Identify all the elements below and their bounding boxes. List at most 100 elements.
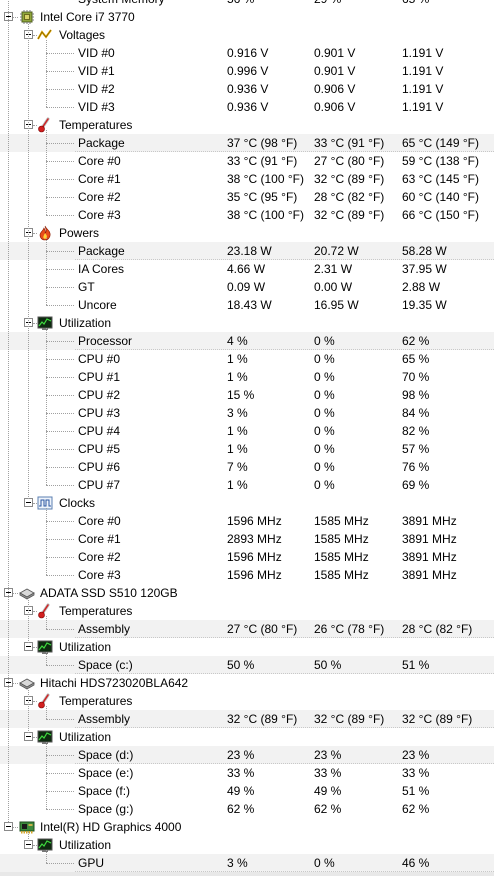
sensor-row[interactable]: Space (f:) 49 % 49 % 51 % [0,782,494,800]
sensor-row[interactable]: VID #1 0.996 V 0.901 V 1.191 V [0,62,494,80]
max-value: 1.191 V [402,46,444,60]
min-value: 0 % [314,424,335,438]
sensor-row[interactable]: Space (g:) 62 % 62 % 62 % [0,800,494,818]
sensor-category-node[interactable]: Utilization [0,836,494,854]
min-value: 0 % [314,442,335,456]
sensor-row[interactable]: IA Cores 4.66 W 2.31 W 37.95 W [0,260,494,278]
current-value: 7 % [227,460,248,474]
sensor-row[interactable]: CPU #3 3 % 0 % 84 % [0,404,494,422]
current-value: 0.936 V [227,82,269,96]
sensor-row[interactable]: CPU #5 1 % 0 % 57 % [0,440,494,458]
sensor-row[interactable]: Core #1 2893 MHz 1585 MHz 3891 MHz [0,530,494,548]
sensor-row[interactable]: VID #3 0.936 V 0.906 V 1.191 V [0,98,494,116]
sensor-row[interactable]: CPU #2 15 % 0 % 98 % [0,386,494,404]
node-label: Space (d:) [78,748,134,762]
sensor-row[interactable]: Assembly 32 °C (89 °F) 32 °C (89 °F) 32 °C … [0,710,494,728]
sensor-category-node[interactable]: Voltages [0,26,494,44]
current-value: 4 % [227,334,248,348]
max-value: 1.191 V [402,82,444,96]
sensor-row[interactable]: Package 23.18 W 20.72 W 58.28 W [0,242,494,260]
sensor-row[interactable]: System Memory 56 % 29 % 65 % [0,0,494,8]
device-node[interactable]: Intel Core i7 3770 [0,8,494,26]
device-node[interactable]: ADATA SSD S510 120GB [0,584,494,602]
sensor-row[interactable]: VID #0 0.916 V 0.901 V 1.191 V [0,44,494,62]
sensor-row[interactable]: Core #2 1596 MHz 1585 MHz 3891 MHz [0,548,494,566]
tree-connector-line [33,647,37,648]
sensor-category-node[interactable]: Temperatures [0,602,494,620]
min-value: 0.901 V [314,64,356,78]
node-label: Core #1 [78,172,121,186]
collapse-toggle[interactable] [24,498,33,507]
device-node[interactable]: Hitachi HDS723020BLA642 [0,674,494,692]
sensor-category-node[interactable]: Utilization [0,314,494,332]
tree-connector-line [46,449,74,450]
sensor-row[interactable]: GPU 3 % 0 % 46 % [0,854,494,872]
sensor-category-node[interactable]: Utilization [0,638,494,656]
sensor-row[interactable]: Core #2 35 °C (95 °F) 28 °C (82 °F) 60 °C (… [0,188,494,206]
collapse-toggle[interactable] [24,732,33,741]
min-value: 33 % [314,766,342,780]
tree-connector-line [46,773,74,774]
current-value: 0.09 W [227,280,266,294]
sensor-row[interactable]: Core #1 38 °C (100 °F) 32 °C (89 °F) 63 °C … [0,170,494,188]
node-label: GT [78,280,95,294]
tree-connector-line [28,688,29,733]
device-node[interactable]: Intel(R) HD Graphics 4000 [0,818,494,836]
sensor-row[interactable]: VID #2 0.936 V 0.906 V 1.191 V [0,80,494,98]
current-value: 1 % [227,442,248,456]
tree-connector-line [46,575,74,576]
category-name: Temperatures [59,694,133,708]
sensor-category-node[interactable]: Clocks [0,494,494,512]
sensor-row[interactable]: Uncore 18.43 W 16.95 W 19.35 W [0,296,494,314]
sensor-row[interactable]: Core #0 33 °C (91 °F) 27 °C (80 °F) 59 °C (… [0,152,494,170]
sensor-category-node[interactable]: Temperatures [0,692,494,710]
tree-connector-line [46,89,74,90]
sensor-row[interactable]: Space (d:) 23 % 23 % 23 % [0,746,494,764]
sensor-row[interactable]: Assembly 27 °C (80 °F) 26 °C (78 °F) 28 °C … [0,620,494,638]
sensor-row[interactable]: CPU #1 1 % 0 % 70 % [0,368,494,386]
sensor-row[interactable]: CPU #6 7 % 0 % 76 % [0,458,494,476]
min-value: 23 % [314,748,342,762]
tree-connector-line [46,328,47,485]
sensor-row[interactable]: CPU #4 1 % 0 % 82 % [0,422,494,440]
category-name: Clocks [59,496,96,510]
sensor-row[interactable]: Space (c:) 50 % 50 % 51 % [0,656,494,674]
tree-connector-line [46,863,74,864]
node-label: Assembly [78,622,131,636]
current-value: 49 % [227,784,255,798]
sensor-row[interactable]: Core #0 1596 MHz 1585 MHz 3891 MHz [0,512,494,530]
sensor-row[interactable]: Core #3 1596 MHz 1585 MHz 3891 MHz [0,566,494,584]
max-value: 59 °C (138 °F) [402,154,479,168]
sensor-category-node[interactable]: Utilization [0,728,494,746]
tree-connector-line [33,503,37,504]
collapse-toggle[interactable] [24,840,33,849]
node-label: Core #3 [78,568,121,582]
min-value: 0 % [314,334,335,348]
node-label: Core #0 [78,514,121,528]
max-value: 70 % [402,370,430,384]
sensor-category-node[interactable]: Temperatures [0,116,494,134]
max-value: 37.95 W [402,262,447,276]
max-value: 3891 MHz [402,514,457,528]
min-value: 0 % [314,856,335,870]
min-value: 1585 MHz [314,568,369,582]
collapse-toggle[interactable] [24,642,33,651]
sensor-row[interactable]: Processor 4 % 0 % 62 % [0,332,494,350]
current-value: 2893 MHz [227,532,282,546]
node-label: Uncore [78,298,117,312]
sensor-row[interactable]: CPU #0 1 % 0 % 65 % [0,350,494,368]
sensor-row[interactable]: Core #3 38 °C (100 °F) 32 °C (89 °F) 66 °C … [0,206,494,224]
sensor-category-node[interactable]: Powers [0,224,494,242]
sensor-row[interactable]: Space (e:) 33 % 33 % 33 % [0,764,494,782]
tree-connector-line [33,125,37,126]
utilization-monitor-icon [37,639,53,655]
collapse-toggle[interactable] [4,822,13,831]
horizontal-scrollbar[interactable] [0,872,494,876]
category-name: Utilization [59,730,112,744]
tree-connector-line [13,827,18,828]
current-value: 3 % [227,856,248,870]
tree-connector-line [46,742,47,809]
sensor-row[interactable]: Package 37 °C (98 °F) 33 °C (91 °F) 65 °C (… [0,134,494,152]
sensor-row[interactable]: GT 0.09 W 0.00 W 2.88 W [0,278,494,296]
sensor-row[interactable]: CPU #7 1 % 0 % 69 % [0,476,494,494]
